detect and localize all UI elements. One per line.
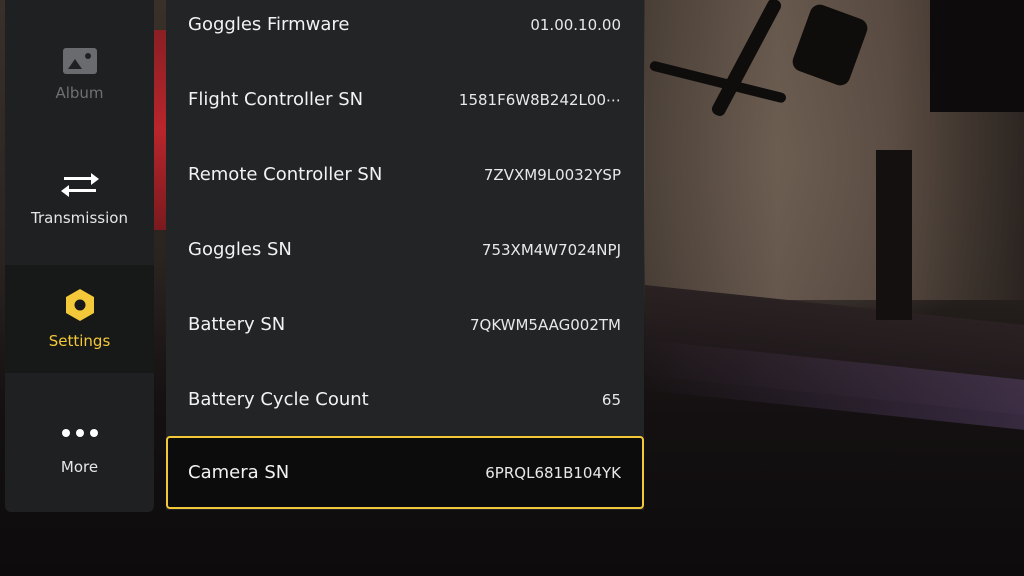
list-item-goggles-sn[interactable]: Goggles SN 753XM4W7024NPJ [166,213,644,286]
row-label: Camera SN [188,462,290,483]
sidebar-item-label: Settings [48,332,111,350]
list-item-camera-sn[interactable]: Camera SN 6PRQL681B104YK [166,436,644,509]
sidebar-nav: Album Transmission Settings More [5,0,154,512]
row-label: Goggles Firmware [188,14,350,35]
list-item-battery-sn[interactable]: Battery SN 7QKWM5AAG002TM [166,288,644,361]
sidebar-item-album[interactable]: Album [5,20,154,130]
row-value: 7QKWM5AAG002TM [469,315,621,334]
hexagon-gear-icon [65,289,94,321]
sidebar-item-settings[interactable]: Settings [5,265,154,373]
row-label: Battery Cycle Count [188,389,369,410]
list-item-battery-cycle-count[interactable]: Battery Cycle Count 65 [166,363,644,436]
row-label: Flight Controller SN [188,89,364,110]
list-item-flight-controller-sn[interactable]: Flight Controller SN 1581F6W8B242L00⋯ [166,63,644,136]
background-stand [876,150,912,320]
sidebar-item-label: Album [55,84,104,102]
row-value: 65 [601,390,621,409]
row-label: Goggles SN [188,239,292,260]
list-item-goggles-firmware[interactable]: Goggles Firmware 01.00.10.00 [166,0,644,61]
device-info-panel: Goggles Firmware 01.00.10.00 Flight Cont… [166,0,644,510]
row-value: 01.00.10.00 [530,15,621,34]
row-label: Battery SN [188,314,286,335]
sidebar-item-more[interactable]: More [5,392,154,502]
background-monitor [930,0,1024,112]
row-value: 6PRQL681B104YK [485,463,621,482]
list-item-remote-controller-sn[interactable]: Remote Controller SN 7ZVXM9L0032YSP [166,138,644,211]
row-label: Remote Controller SN [188,164,383,185]
sidebar-item-label: More [60,458,99,476]
transfer-arrows-icon [60,169,99,199]
image-icon [62,48,97,74]
sidebar-item-transmission[interactable]: Transmission [5,143,154,253]
ellipsis-icon [61,418,98,448]
row-value: 753XM4W7024NPJ [481,240,621,259]
row-value: 7ZVXM9L0032YSP [483,165,621,184]
row-value: 1581F6W8B242L00⋯ [458,90,621,109]
sidebar-item-label: Transmission [31,209,128,227]
